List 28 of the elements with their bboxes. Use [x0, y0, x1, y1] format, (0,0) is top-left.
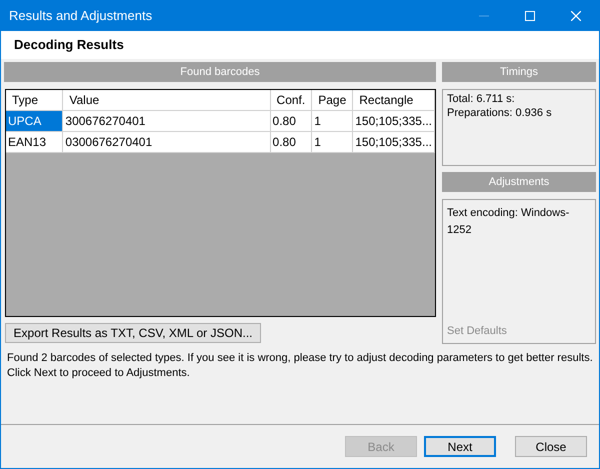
- page-heading: Decoding Results: [14, 36, 124, 54]
- table-cell[interactable]: 0300676270401: [62, 131, 270, 152]
- table-cell[interactable]: 150;105;335...: [352, 131, 434, 152]
- column-header[interactable]: Rectangle: [352, 90, 434, 110]
- column-header[interactable]: Type: [6, 90, 63, 110]
- column-header[interactable]: Value: [62, 90, 270, 110]
- column-header[interactable]: Conf.: [270, 90, 312, 110]
- table-cell[interactable]: EAN13: [6, 131, 63, 152]
- dialog-button[interactable]: Next: [424, 436, 496, 457]
- table-cell[interactable]: 0.80: [270, 110, 312, 131]
- panel-header: Found barcodes: [4, 62, 436, 82]
- setting-text: Text encoding: Windows-1252: [447, 206, 570, 238]
- timing-text: Total: 6.711 s:: [447, 92, 516, 106]
- table-cell[interactable]: 1: [312, 131, 353, 152]
- table-cell[interactable]: 300676270401: [62, 110, 270, 131]
- panel-header: Timings: [442, 62, 596, 82]
- export-button[interactable]: Export Results as TXT, CSV, XML or JSON...: [5, 323, 261, 343]
- panel-header: Adjustments: [442, 172, 596, 192]
- table-cell[interactable]: 0.80: [270, 131, 312, 152]
- table-cell[interactable]: 150;105;335...: [352, 110, 434, 131]
- window-title: Results and Adjustments: [9, 7, 154, 26]
- dialog-button[interactable]: Close: [515, 436, 587, 457]
- info-text: Found 2 barcodes of selected types. If you see it is wrong, please try to adjust decoding parameters to get better results.: [7, 351, 594, 366]
- info-text: Click Next to proceed to Adjustments.: [7, 366, 191, 381]
- column-header[interactable]: Page: [312, 90, 353, 110]
- table-cell[interactable]: UPCA: [6, 110, 63, 131]
- table-cell[interactable]: 1: [312, 110, 353, 131]
- timing-text: Preparations: 0.936 s: [447, 106, 553, 120]
